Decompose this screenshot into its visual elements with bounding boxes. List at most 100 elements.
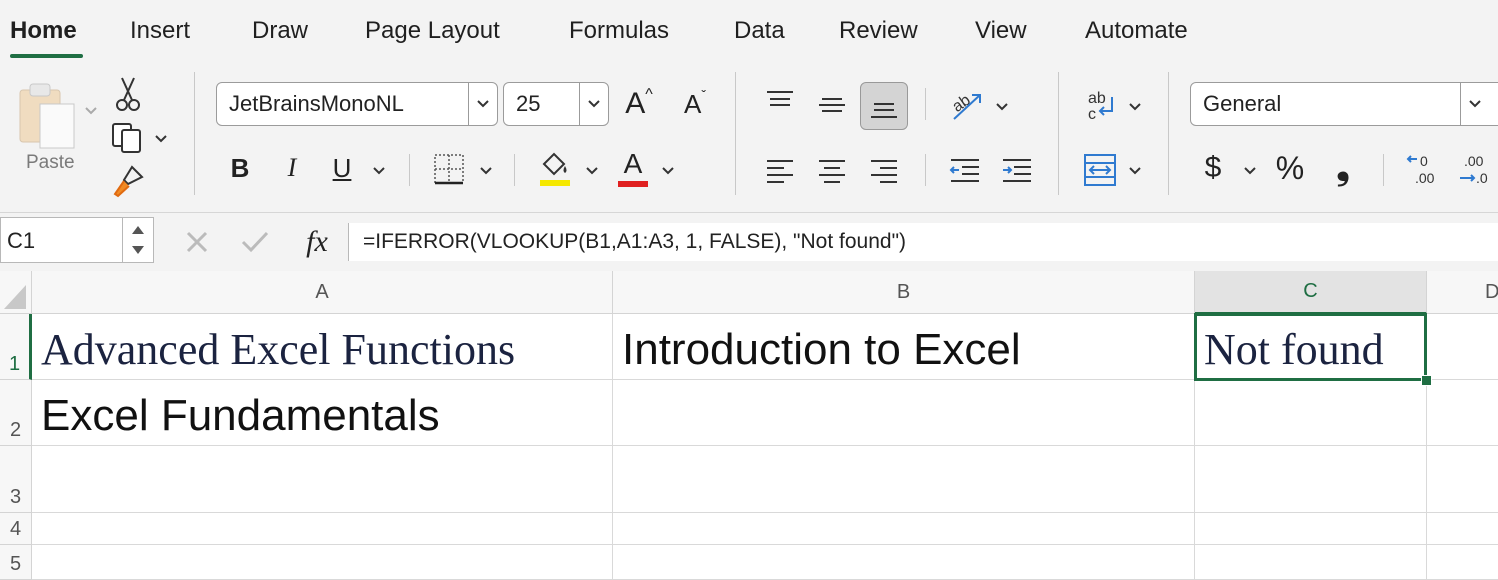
cell-b5[interactable] (613, 545, 1195, 580)
bold-button[interactable]: B (224, 148, 256, 188)
middle-align-button[interactable] (814, 84, 850, 124)
borders-chevron-down-icon[interactable] (479, 164, 493, 178)
paste-label: Paste (26, 152, 75, 173)
wrap-text-icon: ab c (1088, 90, 1113, 123)
decrease-indent-button[interactable] (946, 152, 984, 188)
cell-c2[interactable] (1195, 380, 1427, 446)
comma-style-button[interactable]: ❟ (1328, 148, 1358, 188)
name-box-stepper[interactable] (122, 218, 153, 262)
paste-chevron-down-icon[interactable] (84, 104, 98, 118)
select-all-corner[interactable] (0, 271, 32, 314)
confirm-formula-button[interactable] (240, 229, 270, 255)
underline-chevron-down-icon[interactable] (372, 164, 386, 178)
font-name-select[interactable]: JetBrainsMonoNL (216, 82, 498, 126)
row-header-5[interactable]: 5 (0, 545, 32, 580)
cell-c3[interactable] (1195, 446, 1427, 513)
cut-button[interactable] (114, 76, 142, 112)
separator (1168, 72, 1169, 195)
number-format-chevron-down-icon[interactable] (1460, 83, 1489, 125)
row-header-1[interactable]: 1 (0, 314, 32, 380)
tab-draw[interactable]: Draw (252, 17, 308, 45)
font-size-chevron-down-icon[interactable] (579, 83, 608, 125)
name-box-value: C1 (7, 228, 36, 253)
font-color-chevron-down-icon[interactable] (661, 164, 675, 178)
cell-d4[interactable] (1427, 513, 1498, 545)
orientation-button[interactable]: ab (946, 86, 986, 124)
underline-button[interactable]: U (326, 148, 358, 188)
font-size-select[interactable]: 25 (503, 82, 609, 126)
tab-view[interactable]: View (975, 17, 1027, 45)
copy-button[interactable] (110, 120, 146, 156)
separator (1058, 72, 1059, 195)
checkmark-icon (241, 231, 269, 253)
cell-a5[interactable] (32, 545, 613, 580)
merge-cells-icon (1084, 154, 1116, 186)
cell-b1[interactable]: Introduction to Excel (613, 314, 1195, 380)
cell-d1[interactable] (1427, 314, 1498, 380)
cell-c5[interactable] (1195, 545, 1427, 580)
bottom-align-button[interactable] (860, 82, 908, 130)
decrease-decimal-button[interactable]: .00 .0 (1456, 150, 1498, 190)
italic-button[interactable]: I (276, 148, 308, 188)
cell-d2[interactable] (1427, 380, 1498, 446)
wrap-text-chevron-down-icon[interactable] (1128, 100, 1142, 114)
merge-center-button[interactable] (1080, 150, 1120, 190)
borders-button[interactable] (430, 150, 468, 188)
orientation-chevron-down-icon[interactable] (995, 100, 1009, 114)
cell-a1[interactable]: Advanced Excel Functions (32, 314, 613, 380)
tab-home[interactable]: Home (10, 17, 77, 45)
number-format-select[interactable]: General (1190, 82, 1498, 126)
row-header-2[interactable]: 2 (0, 380, 32, 446)
font-color-swatch (618, 180, 648, 187)
percent-button[interactable]: % (1270, 148, 1310, 188)
column-header-a[interactable]: A (32, 271, 613, 314)
cell-b2[interactable] (613, 380, 1195, 446)
align-right-button[interactable] (866, 152, 902, 188)
cell-b3[interactable] (613, 446, 1195, 513)
fill-color-chevron-down-icon[interactable] (585, 164, 599, 178)
font-name-chevron-down-icon[interactable] (468, 83, 497, 125)
name-box[interactable]: C1 (0, 217, 154, 263)
currency-button[interactable]: $ (1198, 148, 1228, 188)
align-left-button[interactable] (762, 152, 798, 188)
currency-chevron-down-icon[interactable] (1243, 164, 1257, 178)
cancel-formula-button[interactable] (184, 229, 210, 255)
row-header-3[interactable]: 3 (0, 446, 32, 513)
merge-chevron-down-icon[interactable] (1128, 164, 1142, 178)
cell-c4[interactable] (1195, 513, 1427, 545)
tab-automate[interactable]: Automate (1085, 17, 1188, 45)
fill-handle[interactable] (1421, 375, 1432, 386)
column-header-d[interactable]: D (1427, 271, 1498, 314)
paste-button[interactable] (16, 80, 78, 150)
cell-a2[interactable]: Excel Fundamentals (32, 380, 613, 446)
row-header-4[interactable]: 4 (0, 513, 32, 545)
increase-decimal-button[interactable]: 0 .00 (1404, 150, 1444, 190)
separator (925, 154, 926, 186)
insert-function-button[interactable]: fx (300, 225, 334, 259)
cell-c1[interactable]: Not found (1195, 314, 1427, 380)
tab-formulas[interactable]: Formulas (569, 17, 669, 45)
font-color-button[interactable]: A (614, 148, 652, 188)
column-header-b[interactable]: B (613, 271, 1195, 314)
copy-chevron-down-icon[interactable] (154, 132, 168, 146)
top-align-button[interactable] (762, 84, 798, 120)
fill-color-button[interactable] (536, 148, 574, 188)
tab-page-layout[interactable]: Page Layout (365, 17, 500, 45)
increase-font-size-button[interactable]: A ^ (618, 84, 660, 124)
format-painter-button[interactable] (112, 164, 146, 198)
cell-d3[interactable] (1427, 446, 1498, 513)
decrease-font-size-button[interactable]: Aˇ (674, 84, 716, 124)
tab-insert[interactable]: Insert (130, 17, 190, 45)
tab-review[interactable]: Review (839, 17, 918, 45)
cell-a3[interactable] (32, 446, 613, 513)
wrap-text-button[interactable]: ab c (1082, 86, 1122, 124)
formula-input[interactable]: =IFERROR(VLOOKUP(B1,A1:A3, 1, FALSE), "N… (348, 223, 1498, 261)
cell-d5[interactable] (1427, 545, 1498, 580)
separator (925, 88, 926, 120)
tab-data[interactable]: Data (734, 17, 785, 45)
increase-indent-button[interactable] (998, 152, 1036, 188)
align-center-button[interactable] (814, 152, 850, 188)
cell-a4[interactable] (32, 513, 613, 545)
cell-b4[interactable] (613, 513, 1195, 545)
column-header-c[interactable]: C (1195, 271, 1427, 314)
